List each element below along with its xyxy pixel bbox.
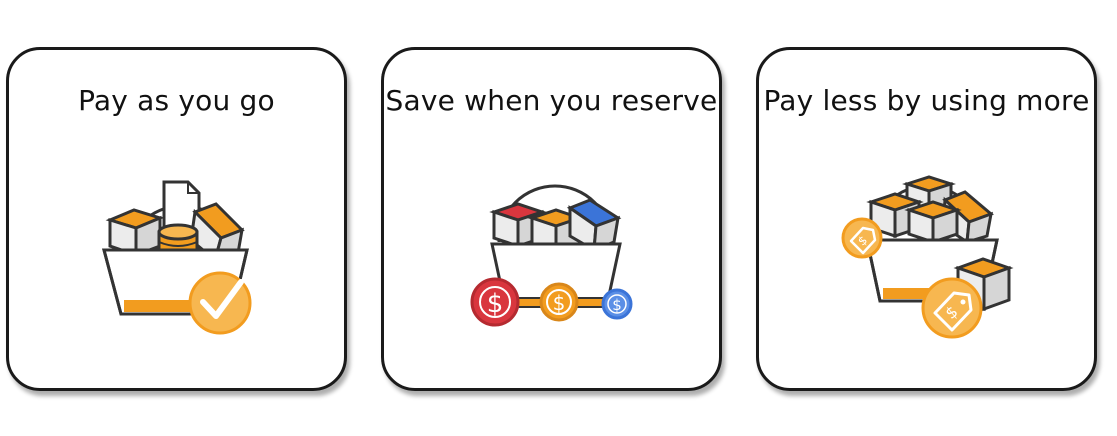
svg-text:$: $ bbox=[612, 296, 622, 314]
pay-less-by-using-more-illustration: $ $ bbox=[841, 175, 1014, 339]
dollar-coin-icon: $ bbox=[470, 277, 520, 327]
dollar-coin-icon: $ bbox=[539, 282, 579, 322]
save-when-you-reserve-illustration: $ $ $ bbox=[470, 184, 633, 327]
pay-as-you-go-card: Pay as you go bbox=[6, 47, 347, 391]
checkmark-badge-icon bbox=[188, 271, 252, 335]
cube-icon bbox=[904, 200, 962, 245]
save-when-you-reserve-card: Save when you reserve $ $ $ bbox=[381, 47, 722, 391]
price-tag-icon: $ bbox=[921, 277, 983, 339]
svg-text:$: $ bbox=[553, 291, 566, 315]
pay-less-by-using-more-card: Pay less by using more $ $ bbox=[756, 47, 1097, 391]
pay-as-you-go-illustration bbox=[102, 180, 252, 335]
price-tag-icon: $ bbox=[841, 217, 883, 259]
dollar-coin-icon: $ bbox=[601, 288, 633, 320]
svg-text:$: $ bbox=[487, 289, 504, 319]
cube-icon bbox=[105, 208, 165, 258]
